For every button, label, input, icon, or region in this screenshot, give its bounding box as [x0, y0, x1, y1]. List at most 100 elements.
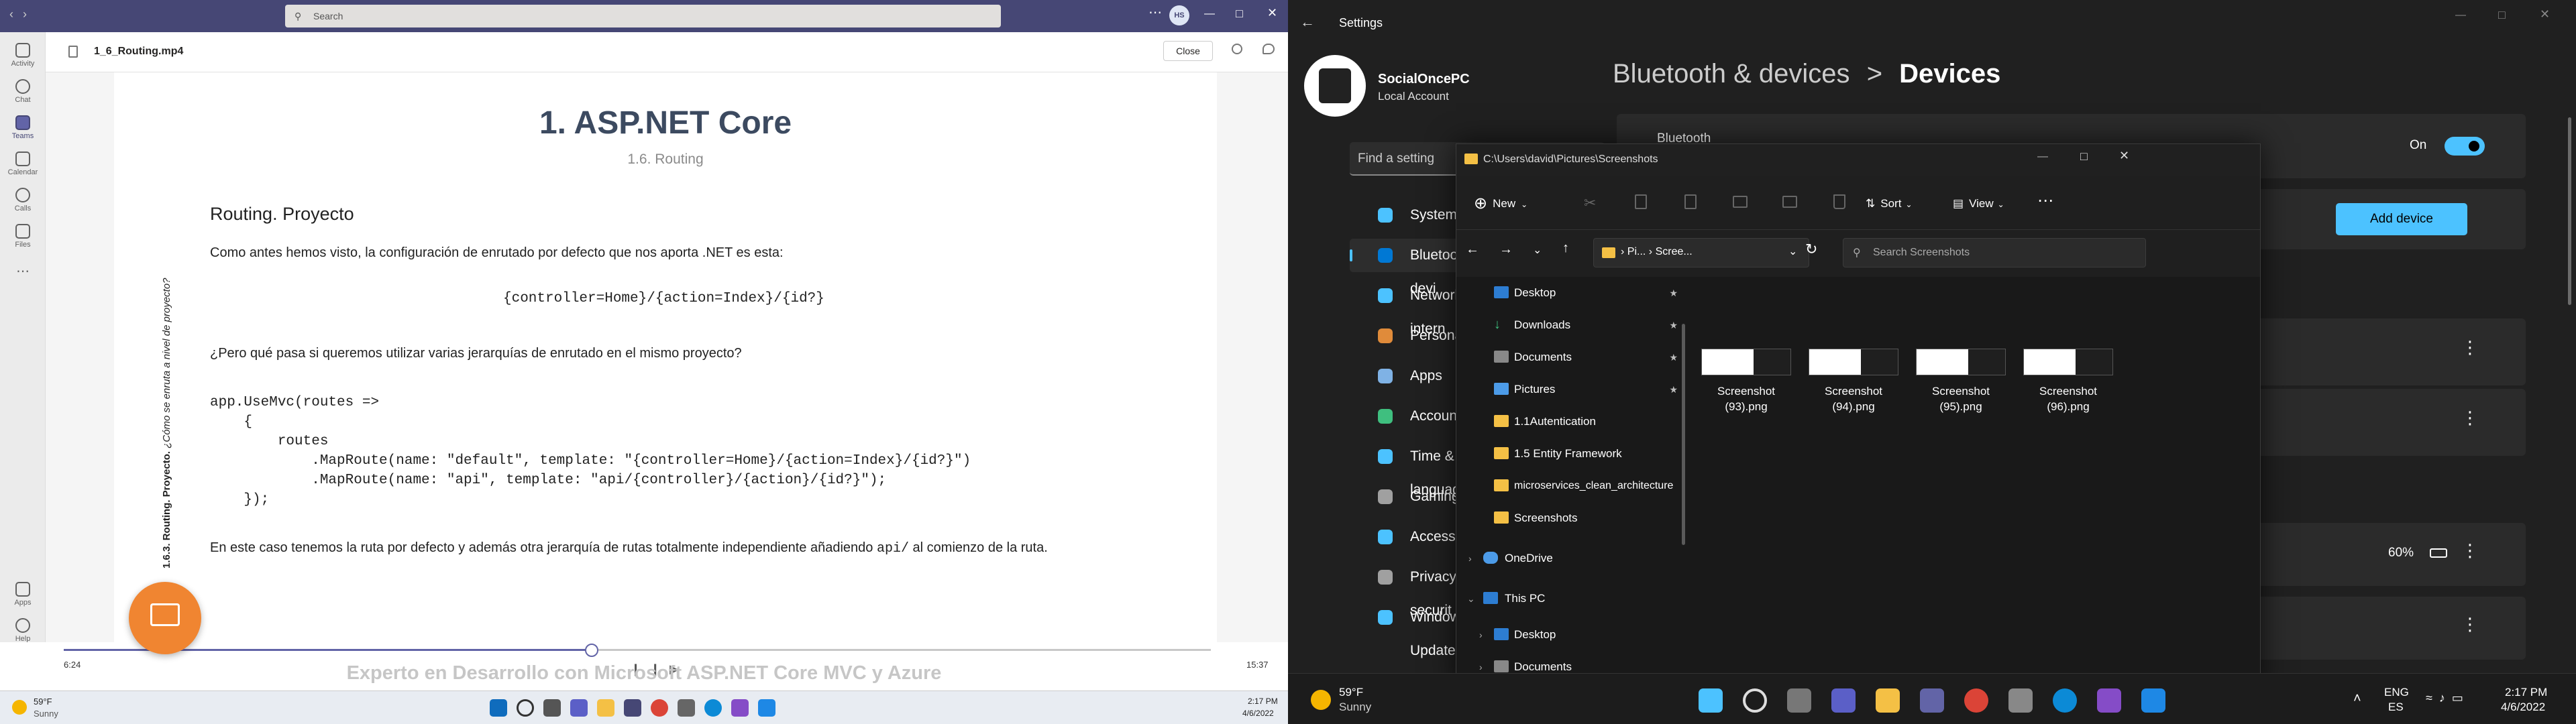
settings-icon[interactable]	[678, 699, 695, 717]
rail-help[interactable]: Help	[0, 618, 46, 643]
search-icon[interactable]	[1743, 688, 1767, 713]
chat-icon[interactable]	[1831, 688, 1856, 713]
back-arrow-icon[interactable]: ←	[1300, 13, 1315, 31]
chrome-icon[interactable]	[651, 699, 668, 717]
teams-icon[interactable]	[1920, 688, 1944, 713]
teams-icon[interactable]	[624, 699, 641, 717]
view-button[interactable]: ▤ View ⌄	[1953, 192, 2004, 215]
info-icon[interactable]	[1232, 44, 1242, 54]
copy-icon[interactable]	[1635, 194, 1647, 209]
start-icon[interactable]	[490, 699, 507, 717]
language-code[interactable]: ENG	[2384, 686, 2409, 699]
file-explorer-icon[interactable]	[1876, 688, 1900, 713]
tree-pictures[interactable]: Pictures ★	[1456, 373, 1688, 406]
file-explorer-icon[interactable]	[597, 699, 614, 717]
start-icon[interactable]	[1699, 688, 1723, 713]
back-arrow-icon[interactable]: ‹	[9, 7, 13, 21]
rail-more-icon[interactable]: ⋯	[0, 263, 46, 280]
settings-icon[interactable]	[2008, 688, 2033, 713]
rail-calendar[interactable]: Calendar	[0, 152, 46, 176]
task-view-icon[interactable]	[543, 699, 561, 717]
tree-folder[interactable]: 1.5 Entity Framework	[1456, 438, 1688, 470]
close-window-icon[interactable]: ✕	[1267, 6, 1277, 20]
search-screenshots-input[interactable]: ⚲ Search Screenshots	[1843, 238, 2146, 267]
more-options-icon[interactable]: ⋮	[2461, 614, 2479, 635]
breadcrumb-parent[interactable]: Bluetooth & devices	[1613, 59, 1850, 88]
minimize-icon[interactable]: —	[2037, 151, 2048, 163]
rail-files[interactable]: Files	[0, 224, 46, 249]
more-options-icon[interactable]: ⋮	[2461, 408, 2479, 428]
cut-icon[interactable]: ✂	[1584, 194, 1596, 212]
crumb-screenshots[interactable]: Scree...	[1656, 246, 1693, 257]
rail-teams[interactable]: Teams	[0, 115, 46, 140]
forward-arrow-icon[interactable]: →	[1499, 242, 1513, 257]
address-bar[interactable]: › Pi... › Scree... ⌄	[1593, 238, 1809, 267]
tree-folder[interactable]: 1.1Autentication	[1456, 406, 1688, 438]
avatar[interactable]: HS	[1169, 5, 1189, 25]
file-item[interactable]: Screenshot (95).png	[1914, 349, 2008, 414]
new-button[interactable]: ⊕ New ⌄	[1474, 192, 1527, 215]
edge-icon[interactable]	[704, 699, 722, 717]
bluetooth-toggle[interactable]	[2445, 137, 2485, 156]
seek-thumb[interactable]	[585, 644, 598, 657]
keyboard-layout[interactable]: ES	[2388, 701, 2404, 714]
presentation-fab[interactable]	[129, 582, 201, 654]
file-item[interactable]: Screenshot (93).png	[1699, 349, 1793, 414]
rail-activity[interactable]: Activity	[0, 43, 46, 68]
tree-documents[interactable]: Documents ★	[1456, 341, 1688, 373]
delete-icon[interactable]	[1833, 194, 1845, 209]
more-options-icon[interactable]: ⋯	[1148, 4, 1163, 21]
rename-icon[interactable]	[1733, 196, 1748, 208]
maximize-icon[interactable]: □	[1236, 7, 1243, 21]
forward-arrow-icon[interactable]: ›	[23, 7, 27, 21]
maximize-icon[interactable]: □	[2498, 8, 2506, 22]
paste-icon[interactable]	[1684, 194, 1697, 209]
rail-chat[interactable]: Chat	[0, 79, 46, 104]
up-arrow-icon[interactable]: ↑	[1562, 241, 1569, 256]
chrome-icon[interactable]	[1964, 688, 1988, 713]
task-view-icon[interactable]	[1787, 688, 1811, 713]
close-window-icon[interactable]: ✕	[2540, 7, 2550, 21]
minimize-icon[interactable]: —	[1204, 8, 1215, 20]
scrollbar[interactable]	[2568, 117, 2571, 305]
app-icon[interactable]	[2141, 688, 2165, 713]
add-device-button[interactable]: Add device	[2336, 203, 2467, 235]
rail-calls[interactable]: Calls	[0, 188, 46, 213]
app-icon[interactable]	[758, 699, 775, 717]
comment-icon[interactable]	[1263, 44, 1275, 54]
tree-folder[interactable]: Screenshots	[1456, 502, 1688, 534]
close-button[interactable]: Close	[1163, 41, 1213, 61]
chat-icon[interactable]	[570, 699, 588, 717]
recent-locations-icon[interactable]: ⌄	[1533, 243, 1542, 257]
maximize-icon[interactable]: □	[2080, 149, 2088, 164]
more-options-icon[interactable]: ⋮	[2461, 337, 2479, 358]
chevron-up-icon[interactable]: ˄	[2353, 691, 2361, 707]
search-icon[interactable]	[517, 699, 534, 717]
visual-studio-icon[interactable]	[2097, 688, 2121, 713]
scrollbar[interactable]	[1682, 324, 1685, 545]
visual-studio-icon[interactable]	[731, 699, 749, 717]
more-options-icon[interactable]: ⋯	[2037, 191, 2053, 210]
back-arrow-icon[interactable]: ←	[1466, 242, 1479, 257]
search-input[interactable]: ⚲ Search	[285, 5, 1001, 27]
share-icon[interactable]	[1782, 196, 1797, 208]
refresh-icon[interactable]: ↻	[1805, 241, 1817, 258]
chevron-down-icon[interactable]: ⌄	[1788, 245, 1797, 258]
minimize-icon[interactable]: —	[2455, 9, 2466, 21]
tree-downloads[interactable]: ↓ Downloads ★	[1456, 309, 1688, 341]
tree-folder[interactable]: microservices_clean_architecture	[1456, 470, 1681, 502]
edge-icon[interactable]	[2053, 688, 2077, 713]
file-item[interactable]: Screenshot (94).png	[1807, 349, 1900, 414]
rail-apps[interactable]: Apps	[0, 582, 46, 607]
close-window-icon[interactable]: ✕	[2119, 149, 2129, 163]
tree-onedrive[interactable]: › OneDrive	[1456, 542, 1688, 575]
file-name: Screenshot	[1825, 385, 1882, 398]
tree-this-pc[interactable]: ⌄ This PC	[1456, 583, 1688, 615]
sort-button[interactable]: ⇅ Sort ⌄	[1866, 192, 1913, 215]
crumb-pictures[interactable]: Pi...	[1627, 246, 1646, 257]
file-item[interactable]: Screenshot (96).png	[2021, 349, 2115, 414]
tree-pc-desktop[interactable]: › Desktop	[1456, 619, 1688, 651]
tree-desktop[interactable]: Desktop ★	[1456, 277, 1688, 309]
system-tray-icons[interactable]: ≈♪▭	[2426, 691, 2470, 705]
more-options-icon[interactable]: ⋮	[2461, 540, 2479, 561]
